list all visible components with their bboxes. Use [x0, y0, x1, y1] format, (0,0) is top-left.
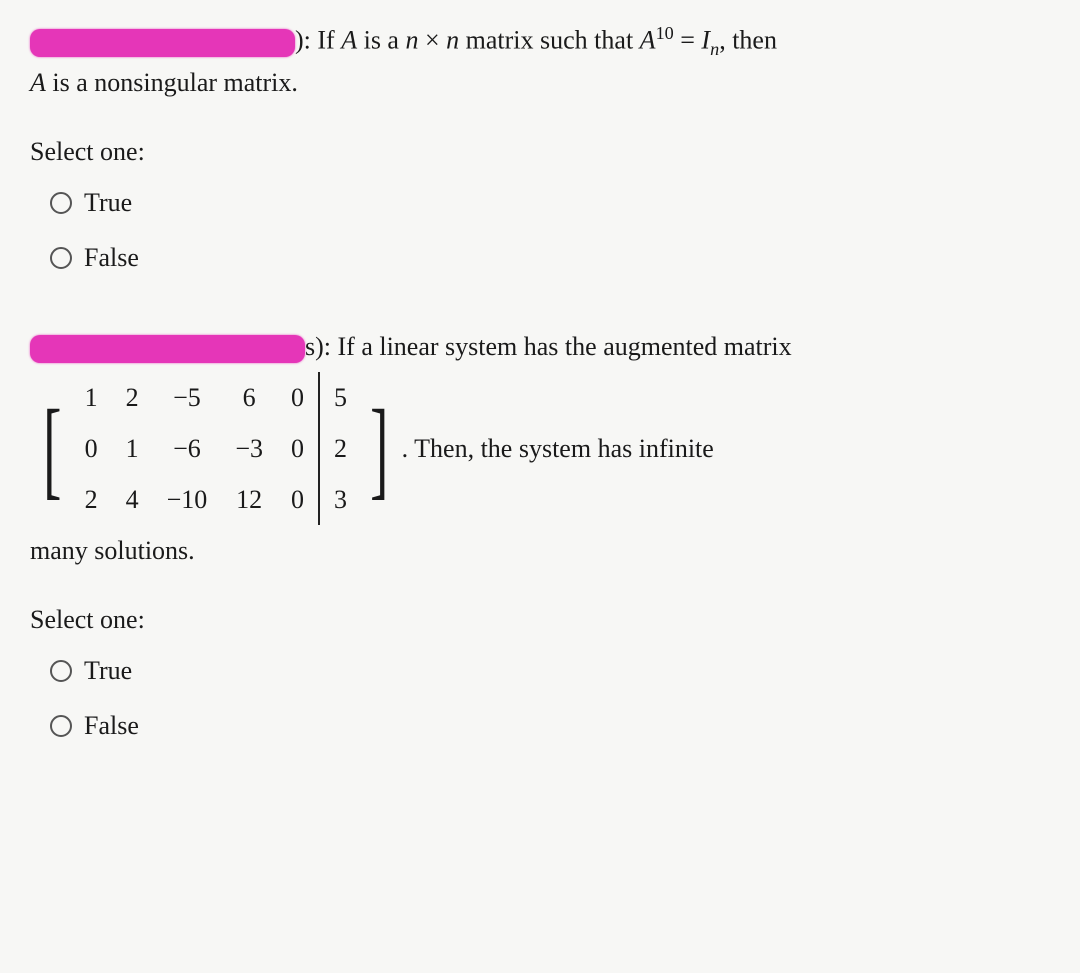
matrix-cell: −10: [153, 474, 222, 525]
exponent: 10: [656, 23, 674, 43]
q2-after-matrix: . Then, the system has infinite: [402, 429, 714, 468]
matrix-cell-aug: 3: [319, 474, 361, 525]
matrix-cell: −5: [153, 372, 222, 423]
var-A: A: [30, 68, 46, 97]
matrix-cell: 4: [112, 474, 153, 525]
matrix-cell: 2: [71, 474, 112, 525]
matrix-cell: 6: [221, 372, 277, 423]
radio-icon: [50, 192, 72, 214]
matrix-row: 1 2 −5 6 0 5: [71, 372, 361, 423]
augmented-matrix: 1 2 −5 6 0 5 0 1 −6 −3 0 2: [34, 372, 398, 525]
matrix-cell: 12: [221, 474, 277, 525]
matrix-cell: −6: [153, 423, 222, 474]
matrix-cell: 0: [277, 423, 319, 474]
q2-conclusion: many solutions.: [30, 536, 195, 565]
option-true[interactable]: True: [50, 183, 1050, 222]
matrix-cell-aug: 2: [319, 423, 361, 474]
subscript-n: n: [710, 39, 719, 59]
question-1-text: ): If A is a n × n matrix such that A10 …: [30, 20, 1050, 102]
question-2-text: s): If a linear system has the augmented…: [30, 327, 1050, 570]
redaction-marker: [30, 29, 295, 57]
matrix-row: 0 1 −6 −3 0 2: [71, 423, 361, 474]
q1-text: matrix such that: [459, 26, 640, 55]
times-symbol: ×: [418, 26, 446, 55]
option-label: True: [84, 183, 132, 222]
bracket-right-icon: [370, 399, 388, 498]
matrix-cell: 1: [71, 372, 112, 423]
option-true[interactable]: True: [50, 651, 1050, 690]
radio-icon: [50, 660, 72, 682]
option-label: False: [84, 238, 139, 277]
option-false[interactable]: False: [50, 706, 1050, 745]
matrix-cell: −3: [221, 423, 277, 474]
matrix-table: 1 2 −5 6 0 5 0 1 −6 −3 0 2: [71, 372, 361, 525]
option-label: False: [84, 706, 139, 745]
matrix-cell: 1: [112, 423, 153, 474]
matrix-cell: 2: [112, 372, 153, 423]
option-false[interactable]: False: [50, 238, 1050, 277]
q1-text: , then: [719, 26, 777, 55]
matrix-cell-aug: 5: [319, 372, 361, 423]
matrix-cell: 0: [71, 423, 112, 474]
option-label: True: [84, 651, 132, 690]
radio-icon: [50, 715, 72, 737]
var-I: I: [701, 26, 710, 55]
question-1: ): If A is a n × n matrix such that A10 …: [30, 20, 1050, 277]
select-one-label: Select one:: [30, 132, 1050, 171]
q1-text: ): If: [295, 26, 341, 55]
question-2: s): If a linear system has the augmented…: [30, 327, 1050, 745]
radio-icon: [50, 247, 72, 269]
matrix-row: 2 4 −10 12 0 3: [71, 474, 361, 525]
matrix-cell: 0: [277, 474, 319, 525]
q1-text: is a: [357, 26, 405, 55]
var-A: A: [640, 26, 656, 55]
var-n: n: [446, 26, 459, 55]
q1-conclusion: is a nonsingular matrix.: [46, 68, 298, 97]
bracket-left-icon: [43, 399, 61, 498]
var-n: n: [405, 26, 418, 55]
q2-intro: s): If a linear system has the augmented…: [305, 332, 792, 361]
redaction-marker: [30, 335, 305, 363]
equals: =: [674, 26, 702, 55]
select-one-label: Select one:: [30, 600, 1050, 639]
var-A: A: [341, 26, 357, 55]
matrix-cell: 0: [277, 372, 319, 423]
